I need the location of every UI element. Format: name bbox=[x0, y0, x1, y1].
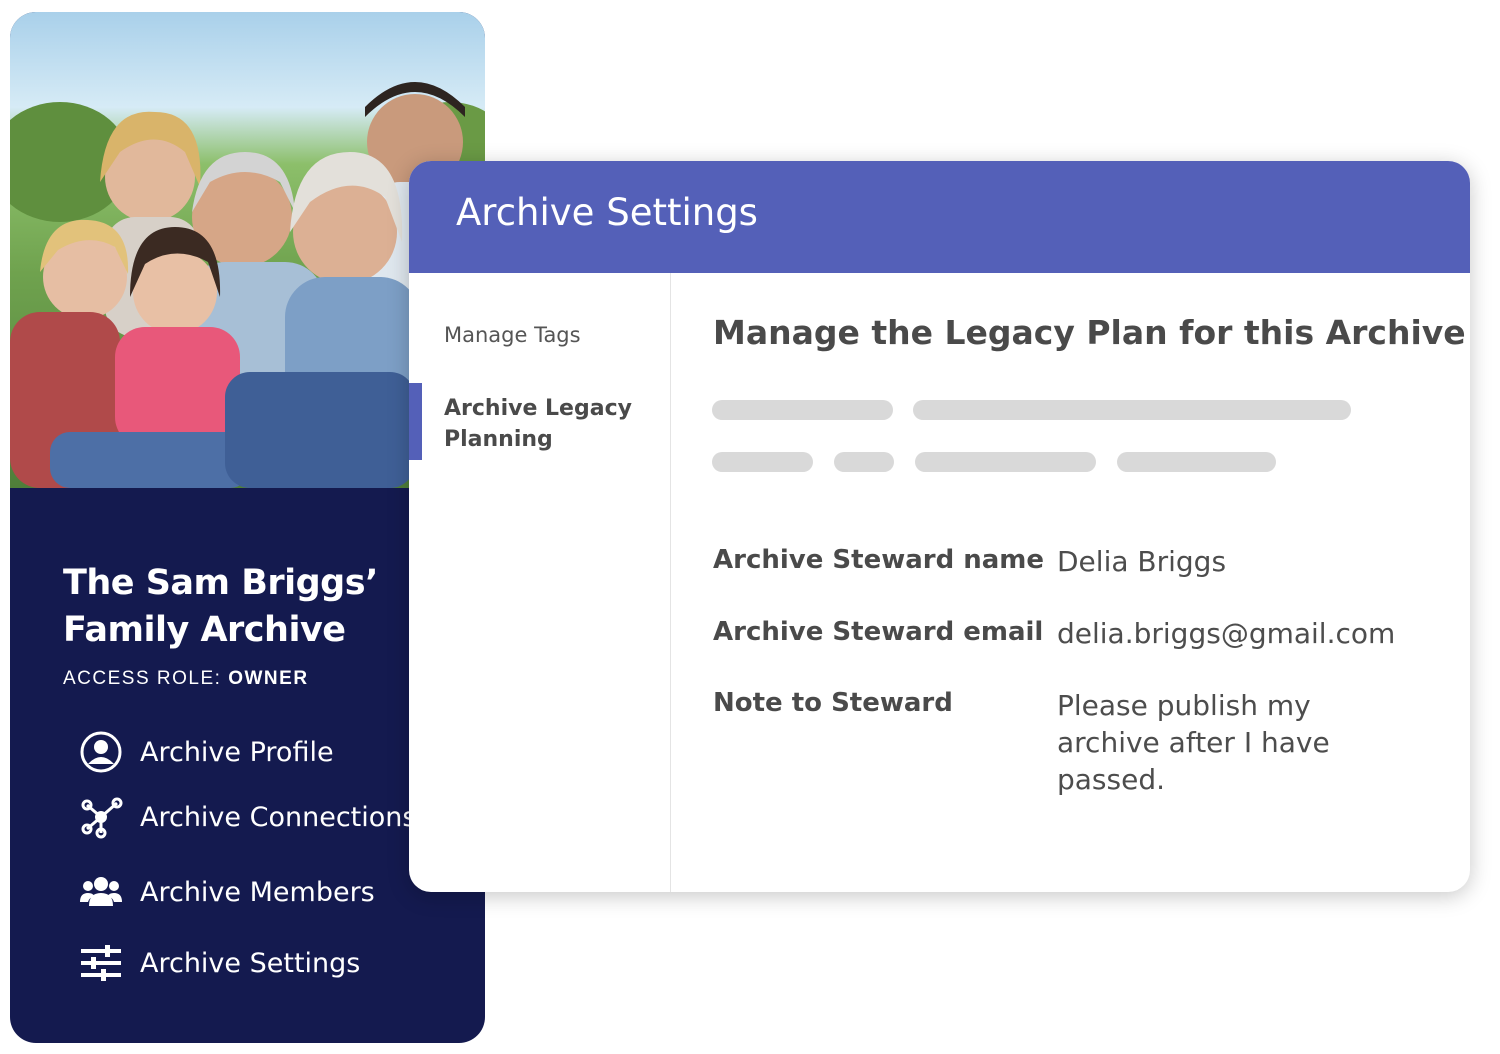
access-role-value: OWNER bbox=[228, 668, 309, 689]
steward-name-value: Delia Briggs bbox=[1057, 545, 1227, 578]
nav-label: Archive Connections bbox=[140, 801, 417, 833]
skeleton-text-line bbox=[712, 400, 893, 420]
nav-label: Archive Members bbox=[140, 876, 375, 908]
members-icon bbox=[78, 869, 124, 915]
skeleton-text-line bbox=[834, 452, 894, 472]
settings-title: Archive Settings bbox=[456, 191, 758, 234]
settings-sidebar: Manage Tags Archive Legacy Planning bbox=[409, 273, 671, 892]
archive-settings-panel: Archive Settings Manage Tags Archive Leg… bbox=[409, 161, 1470, 892]
access-role-label: ACCESS ROLE: bbox=[63, 668, 229, 689]
access-role: ACCESS ROLE: OWNER bbox=[63, 668, 309, 690]
legacy-plan-heading: Manage the Legacy Plan for this Archive bbox=[713, 313, 1466, 352]
skeleton-text-line bbox=[1117, 452, 1276, 472]
skeleton-text-line bbox=[913, 400, 1351, 420]
skeleton-text-line bbox=[915, 452, 1096, 472]
sliders-icon bbox=[78, 940, 124, 986]
nav-archive-settings[interactable]: Archive Settings bbox=[78, 938, 478, 988]
settings-header: Archive Settings bbox=[409, 161, 1470, 273]
steward-note-label: Note to Steward bbox=[713, 688, 953, 718]
active-tab-indicator bbox=[409, 383, 422, 460]
network-icon bbox=[78, 794, 124, 840]
nav-label: Archive Profile bbox=[140, 736, 334, 768]
sidebar-item-manage-tags[interactable]: Manage Tags bbox=[444, 323, 581, 347]
steward-name-label: Archive Steward name bbox=[713, 545, 1045, 575]
skeleton-text-line bbox=[712, 452, 813, 472]
archive-title: The Sam Briggs’ Family Archive bbox=[63, 563, 378, 650]
steward-email-label: Archive Steward email bbox=[713, 617, 1044, 647]
user-circle-icon bbox=[78, 729, 124, 775]
sidebar-item-legacy-planning[interactable]: Archive Legacy Planning bbox=[444, 393, 654, 455]
nav-label: Archive Settings bbox=[140, 947, 361, 979]
legacy-plan-content: Manage the Legacy Plan for this Archive … bbox=[672, 273, 1470, 892]
steward-note-value: Please publish my archive after I have p… bbox=[1057, 689, 1330, 796]
steward-email-value: delia.briggs@gmail.com bbox=[1057, 617, 1396, 650]
